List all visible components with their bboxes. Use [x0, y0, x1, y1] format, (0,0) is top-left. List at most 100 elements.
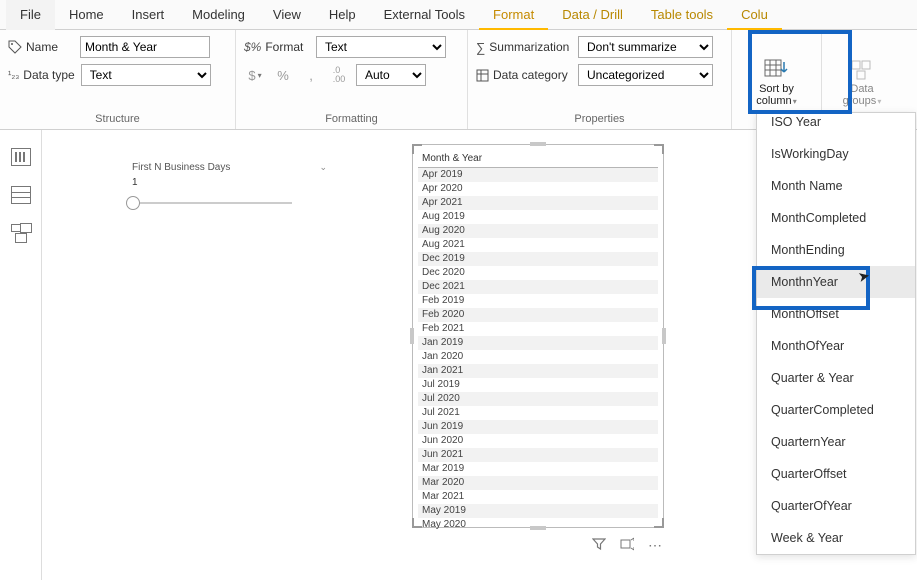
table-row[interactable]: Feb 2020 [418, 308, 658, 322]
table-row[interactable]: Aug 2020 [418, 224, 658, 238]
sort-menu-item[interactable]: QuarternYear [757, 426, 915, 458]
visual-action-bar: ⋯ [592, 537, 664, 554]
tab-column-tools[interactable]: Colu [727, 0, 782, 30]
table-row[interactable]: Feb 2019 [418, 294, 658, 308]
sort-menu-item[interactable]: QuarterOffset [757, 458, 915, 490]
resize-handle-top[interactable] [530, 142, 546, 146]
slicer-title: First N Business Days [132, 162, 230, 173]
name-label: Name [8, 40, 74, 54]
thousands-separator-button[interactable]: , [300, 64, 322, 86]
sort-menu-item[interactable]: MonthnYear [757, 266, 915, 298]
data-groups-button[interactable]: Data groups ▾ [830, 46, 894, 118]
more-options-icon[interactable]: ⋯ [648, 537, 664, 554]
sort-menu-item[interactable]: QuarterOfYear [757, 490, 915, 522]
table-row[interactable]: Jan 2019 [418, 336, 658, 350]
tab-external-tools[interactable]: External Tools [370, 0, 479, 30]
tab-bar: File Home Insert Modeling View Help Exte… [0, 0, 917, 30]
table-row[interactable]: Dec 2019 [418, 252, 658, 266]
table-row[interactable]: Jan 2021 [418, 364, 658, 378]
tab-file[interactable]: File [6, 0, 55, 30]
ribbon-group-formatting: $% Format Text $ % , .0.00 Auto Formatti… [236, 30, 468, 129]
tab-modeling[interactable]: Modeling [178, 0, 259, 30]
structure-group-title: Structure [8, 111, 227, 129]
table-row[interactable]: Mar 2021 [418, 490, 658, 504]
filter-icon[interactable] [592, 537, 606, 554]
slicer-slider-handle[interactable] [126, 196, 140, 210]
table-row[interactable]: Jul 2019 [418, 378, 658, 392]
tab-help[interactable]: Help [315, 0, 370, 30]
slicer-value: 1 [132, 177, 327, 188]
table-header[interactable]: Month & Year [418, 150, 658, 168]
table-row[interactable]: Jul 2021 [418, 406, 658, 420]
sort-menu-item[interactable]: IsWorkingDay [757, 138, 915, 170]
summarization-select[interactable]: Don't summarize [578, 36, 713, 58]
sort-by-column-button[interactable]: Sort by column ▾ [745, 46, 809, 118]
model-view-button[interactable] [11, 224, 31, 242]
table-row[interactable]: Apr 2021 [418, 196, 658, 210]
sort-menu-item[interactable]: Week & Year [757, 522, 915, 554]
decimal-places-icon: .0.00 [328, 64, 350, 86]
table-row[interactable]: Jul 2020 [418, 392, 658, 406]
table-row[interactable]: Mar 2019 [418, 462, 658, 476]
table-row[interactable]: Jun 2020 [418, 434, 658, 448]
data-category-select[interactable]: Uncategorized [578, 64, 713, 86]
table-row[interactable]: Jan 2020 [418, 350, 658, 364]
format-select[interactable]: Text [316, 36, 446, 58]
table-row[interactable]: May 2020 [418, 518, 658, 532]
tab-format[interactable]: Format [479, 0, 548, 30]
sort-menu-item[interactable]: Month Name [757, 170, 915, 202]
tab-data-drill[interactable]: Data / Drill [548, 0, 637, 30]
tab-insert[interactable]: Insert [118, 0, 179, 30]
slicer-slider-track[interactable] [132, 202, 292, 204]
tag-icon [8, 40, 22, 54]
data-type-icon: ¹₂₃ [8, 70, 19, 81]
table-row[interactable]: Mar 2020 [418, 476, 658, 490]
decimal-places-select[interactable]: Auto [356, 64, 426, 86]
ribbon-group-properties: ∑ Summarization Don't summarize Data cat… [468, 30, 732, 129]
column-name-input[interactable] [80, 36, 210, 58]
table-visual[interactable]: Month & Year Apr 2019Apr 2020Apr 2021Aug… [412, 144, 664, 528]
resize-handle-left[interactable] [410, 328, 414, 344]
sort-icon [764, 57, 790, 83]
table-body: Month & Year Apr 2019Apr 2020Apr 2021Aug… [418, 150, 658, 522]
tab-home[interactable]: Home [55, 0, 118, 30]
table-row[interactable]: Aug 2021 [418, 238, 658, 252]
data-category-label: Data category [476, 68, 572, 82]
sort-menu-item[interactable]: MonthEnding [757, 234, 915, 266]
report-view-button[interactable] [11, 148, 31, 166]
table-row[interactable]: Aug 2019 [418, 210, 658, 224]
tab-table-tools[interactable]: Table tools [637, 0, 727, 30]
sort-menu-item[interactable]: MonthOffset [757, 298, 915, 330]
sort-by-column-menu: ISO YearIsWorkingDayMonth NameMonthCompl… [756, 112, 916, 555]
sigma-icon: ∑ [476, 40, 485, 55]
data-type-label: ¹₂₃ Data type [8, 68, 75, 82]
tab-view[interactable]: View [259, 0, 315, 30]
data-groups-label-2: groups ▾ [843, 95, 882, 107]
data-type-select[interactable]: Text [81, 64, 211, 86]
sort-menu-item[interactable]: ISO Year [757, 113, 915, 138]
slicer-visual[interactable]: First N Business Days ⌄ 1 [132, 162, 327, 204]
table-row[interactable]: Dec 2020 [418, 266, 658, 280]
table-row[interactable]: Jun 2019 [418, 420, 658, 434]
table-row[interactable]: Feb 2021 [418, 322, 658, 336]
chevron-down-icon[interactable]: ⌄ [319, 162, 327, 173]
summarization-label: ∑ Summarization [476, 40, 572, 55]
sort-menu-item[interactable]: MonthCompleted [757, 202, 915, 234]
sort-menu-item[interactable]: Quarter & Year [757, 362, 915, 394]
currency-button[interactable]: $ [244, 64, 266, 86]
percent-button[interactable]: % [272, 64, 294, 86]
table-row[interactable]: Jun 2021 [418, 448, 658, 462]
data-view-button[interactable] [11, 186, 31, 204]
resize-handle-right[interactable] [662, 328, 666, 344]
view-switcher [0, 130, 42, 580]
table-row[interactable]: Dec 2021 [418, 280, 658, 294]
table-row[interactable]: May 2019 [418, 504, 658, 518]
focus-mode-icon[interactable] [620, 537, 634, 554]
sort-menu-item[interactable]: MonthOfYear [757, 330, 915, 362]
table-row[interactable]: Apr 2019 [418, 168, 658, 182]
sort-label-2: column ▾ [756, 95, 797, 107]
category-icon [476, 69, 489, 82]
sort-menu-item[interactable]: QuarterCompleted [757, 394, 915, 426]
sort-label-1: Sort by [759, 83, 794, 95]
table-row[interactable]: Apr 2020 [418, 182, 658, 196]
